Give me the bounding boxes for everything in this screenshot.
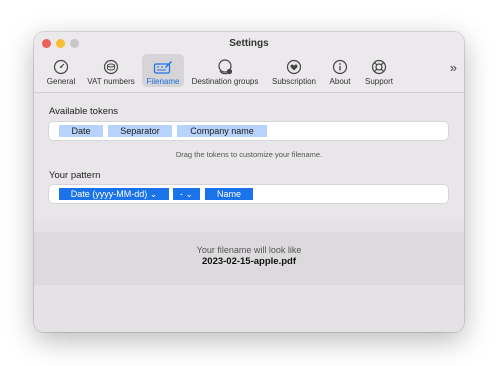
lifebuoy-icon [360, 54, 398, 75]
token-date[interactable]: Date [59, 125, 103, 137]
title-bar: Settings General VAT numbers Filename De… [34, 32, 464, 93]
filename-settings-pane: Available tokens Date Separator Company … [34, 93, 464, 218]
chevron-down-icon: ⌄ [185, 189, 194, 199]
toolbar: General VAT numbers Filename Destination… [38, 54, 464, 88]
tab-label: About [329, 77, 351, 86]
pattern-field: Date (yyyy-MM-dd) ⌄ - ⌄ Name [49, 185, 448, 203]
speedometer-icon [43, 54, 79, 75]
tab-vat-numbers[interactable]: VAT numbers [83, 54, 139, 87]
window-title: Settings [229, 38, 269, 49]
preview-caption: Your filename will look like [196, 245, 302, 255]
tab-label: Filename [146, 77, 180, 86]
tab-label: VAT numbers [87, 77, 135, 86]
tab-label: Destination groups [191, 77, 259, 86]
token-company-name[interactable]: Company name [177, 125, 267, 137]
keyboard-pen-icon [142, 54, 184, 75]
toolbar-overflow-button[interactable]: » [450, 60, 457, 75]
tab-general[interactable]: General [43, 54, 79, 87]
settings-window: Settings General VAT numbers Filename De… [34, 32, 464, 332]
bottom-area [34, 285, 464, 332]
heart-circle-icon [267, 54, 321, 75]
pattern-token-date-label: Date (yyyy-MM-dd) [70, 189, 148, 199]
available-tokens-label: Available tokens [49, 106, 119, 117]
coins-icon [83, 54, 139, 75]
chevron-down-icon: ⌄ [149, 189, 158, 199]
info-circle-icon [325, 54, 355, 75]
filename-preview: Your filename will look like 2023-02-15-… [34, 232, 464, 285]
tokens-hint: Drag the tokens to customize your filena… [175, 150, 323, 159]
tab-label: General [46, 77, 76, 86]
tab-support[interactable]: Support [360, 54, 398, 87]
tab-about[interactable]: About [325, 54, 355, 87]
tab-label: Support [364, 77, 394, 86]
available-tokens-field: Date Separator Company name [49, 122, 448, 140]
tab-subscription[interactable]: Subscription [267, 54, 321, 87]
pattern-token-separator[interactable]: - ⌄ [173, 188, 200, 200]
tab-filename[interactable]: Filename [142, 54, 184, 87]
pattern-token-date[interactable]: Date (yyyy-MM-dd) ⌄ [59, 188, 169, 200]
pattern-token-separator-label: - [179, 189, 183, 199]
section-divider [34, 219, 464, 232]
preview-filename: 2023-02-15-apple.pdf [202, 256, 296, 267]
tab-label: Subscription [271, 77, 317, 86]
folder-badge-icon [187, 54, 263, 75]
token-separator[interactable]: Separator [108, 125, 172, 137]
your-pattern-label: Your pattern [49, 170, 101, 181]
tab-destination-groups[interactable]: Destination groups [187, 54, 263, 87]
pattern-token-name[interactable]: Name [205, 188, 253, 200]
